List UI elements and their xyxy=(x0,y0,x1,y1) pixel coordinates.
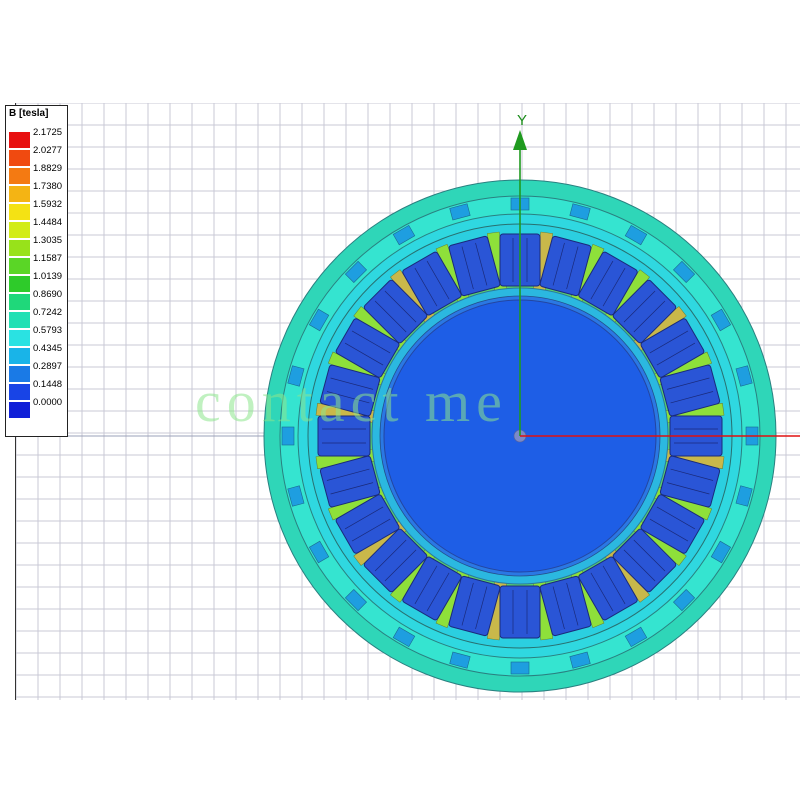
y-axis-arrow xyxy=(513,130,527,150)
watermark-text: contact me xyxy=(195,369,508,434)
legend-swatch xyxy=(9,186,30,202)
legend-swatch xyxy=(9,204,30,220)
legend-tick-label: 1.5932 xyxy=(33,199,63,210)
legend-tick-label: 1.1587 xyxy=(33,253,63,264)
legend-swatch xyxy=(9,168,30,184)
legend-swatch xyxy=(9,150,30,166)
legend-tick-label: 1.3035 xyxy=(33,235,63,246)
y-axis-label: Y xyxy=(517,112,528,129)
legend-swatch xyxy=(9,222,30,238)
field-legend[interactable]: B [tesla] 2.1725 2.0277 1.8829 1.7380 1.5932… xyxy=(5,105,68,437)
legend-tick-label: 1.7380 xyxy=(33,181,63,192)
mounting-pocket xyxy=(510,661,530,675)
legend-swatch xyxy=(9,240,30,256)
legend-tick-label: 0.7242 xyxy=(33,307,63,318)
legend-swatch xyxy=(9,258,30,274)
legend-swatch xyxy=(9,294,30,310)
legend-tick-label: 2.1725 xyxy=(33,127,63,138)
legend-swatch xyxy=(9,384,30,400)
legend-swatch xyxy=(9,366,30,382)
legend-tick-label: 1.4484 xyxy=(33,217,63,228)
legend-swatch xyxy=(9,330,30,346)
legend-tick-label: 0.5793 xyxy=(33,325,63,336)
legend-tick-label: 1.8829 xyxy=(33,163,63,174)
legend-tick-label: 1.0139 xyxy=(33,271,63,282)
legend-swatch xyxy=(9,132,30,148)
legend-tick-label: 0.4345 xyxy=(33,343,63,354)
legend-swatch xyxy=(9,348,30,364)
stator-coil xyxy=(499,585,541,639)
legend-swatch xyxy=(9,402,30,418)
legend-tick-label: 0.8690 xyxy=(33,289,63,300)
legend-title: B [tesla] xyxy=(9,108,49,119)
legend-swatch xyxy=(9,276,30,292)
legend-tick-label: 0.2897 xyxy=(33,361,63,372)
legend-tick-label: 0.0000 xyxy=(33,397,63,408)
legend-tick-label: 2.0277 xyxy=(33,145,63,156)
legend-tick-label: 0.1448 xyxy=(33,379,63,390)
legend-swatch xyxy=(9,312,30,328)
